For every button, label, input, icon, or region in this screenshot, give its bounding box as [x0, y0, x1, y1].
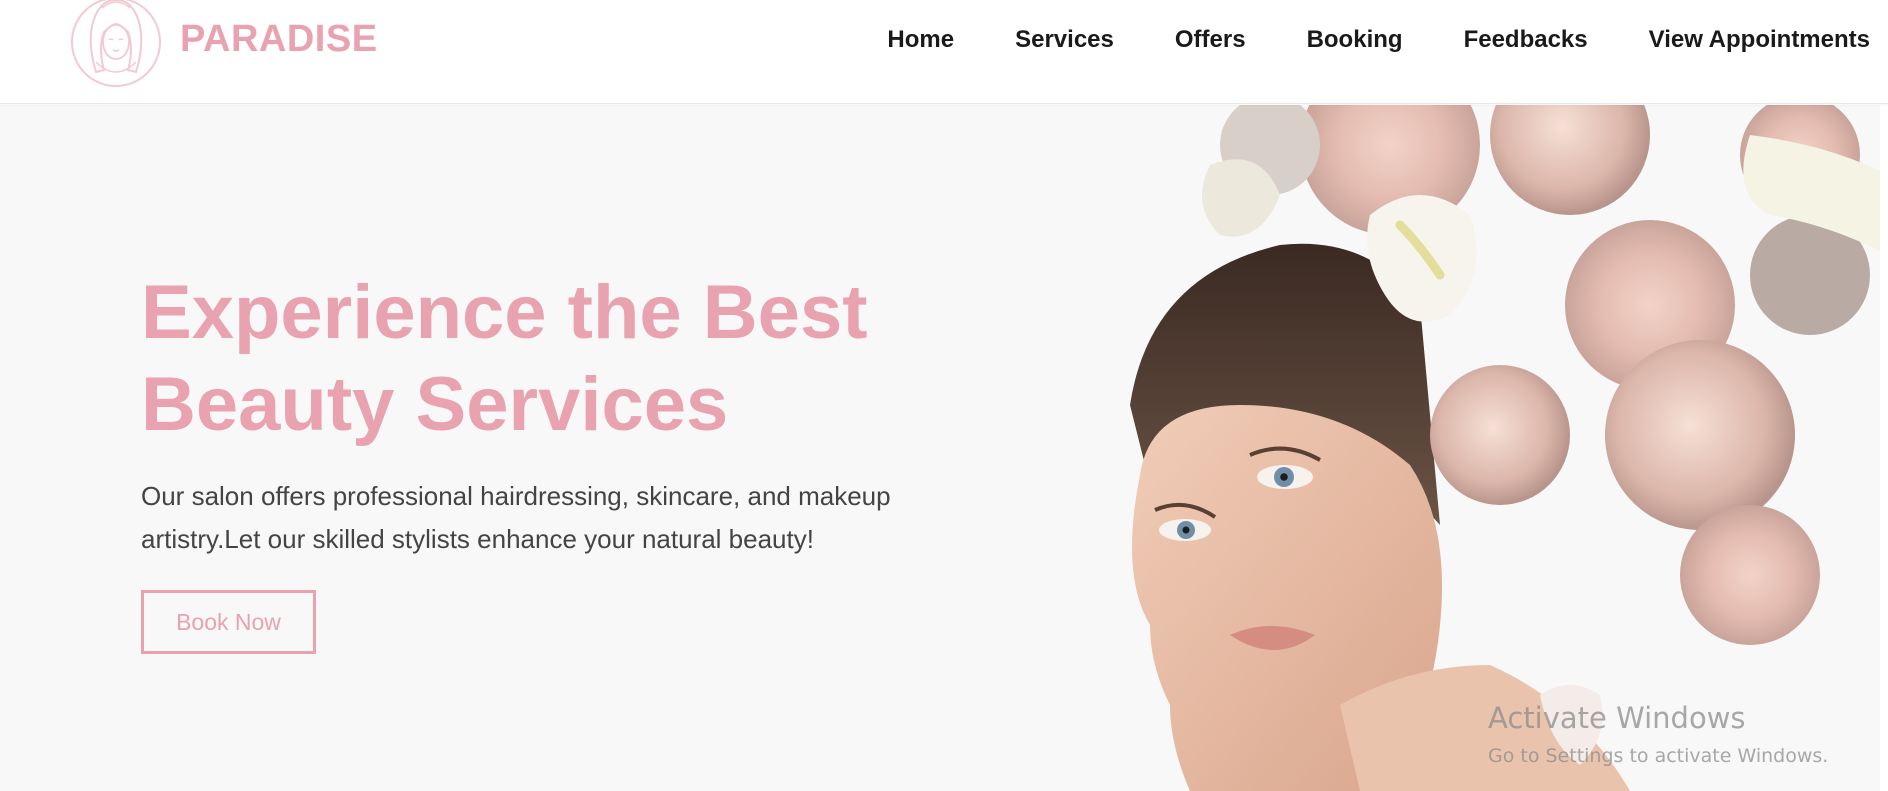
hero-section: Experience the Best Beauty Services Our …	[0, 105, 1888, 791]
main-nav: Home Services Offers Booking Feedbacks V…	[887, 24, 1870, 56]
site-header: PARADISE Home Services Offers Booking Fe…	[0, 0, 1888, 104]
logo-icon[interactable]	[68, 0, 164, 88]
nav-item-services[interactable]: Services	[1015, 24, 1114, 56]
hero-title: Experience the Best Beauty Services	[141, 270, 868, 447]
hero-image	[1110, 105, 1888, 791]
brand-name[interactable]: PARADISE	[180, 18, 378, 61]
nav-item-feedbacks[interactable]: Feedbacks	[1464, 24, 1588, 56]
nav-item-view-appointments[interactable]: View Appointments	[1649, 24, 1870, 56]
nav-item-home[interactable]: Home	[887, 24, 954, 56]
book-now-button[interactable]: Book Now	[141, 590, 316, 654]
hero-description: Our salon offers professional hairdressi…	[141, 481, 891, 554]
nav-item-offers[interactable]: Offers	[1175, 24, 1246, 56]
nav-item-booking[interactable]: Booking	[1307, 24, 1403, 56]
